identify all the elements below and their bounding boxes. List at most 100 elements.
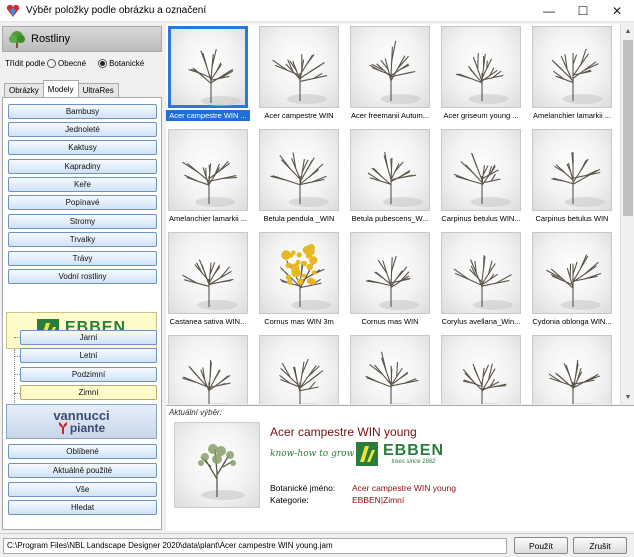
tab-models[interactable]: Modely — [42, 80, 79, 97]
model-cell[interactable] — [257, 333, 341, 404]
model-cell[interactable]: Corylus avellana_Win... — [439, 230, 523, 330]
category-kapradiny[interactable]: Kapradiny — [8, 159, 157, 174]
tree-thumbnail-icon — [259, 335, 339, 404]
category-detail-label: Kategorie: — [270, 495, 309, 505]
model-cell[interactable]: Acer campestre WIN — [257, 24, 341, 124]
model-cell[interactable] — [439, 333, 523, 404]
model-cell[interactable]: Acer campestre WIN ... — [166, 24, 250, 124]
ebben-mark-icon — [356, 442, 378, 466]
minimize-button[interactable]: — — [532, 0, 566, 22]
cancel-button[interactable]: Zrušit — [573, 537, 627, 554]
use-button[interactable]: Použít — [514, 537, 568, 554]
tree-thumbnail-icon — [441, 129, 521, 211]
current-selection-heading: Aktuální výběr: — [169, 408, 222, 417]
favorites-button[interactable]: Oblíbené — [8, 444, 157, 459]
category-popinave[interactable]: Popínavé — [8, 195, 157, 210]
category-header[interactable]: Rostliny — [2, 26, 162, 52]
model-cell[interactable]: Carpinus betulus WIN — [530, 127, 614, 227]
model-cell[interactable]: Castanea sativa WIN... — [166, 230, 250, 330]
scroll-down-icon[interactable]: ▼ — [621, 390, 634, 404]
recently-used-button[interactable]: Aktuálně použité — [8, 463, 157, 478]
tree-thumbnail-icon — [441, 26, 521, 108]
tree-thumbnail-icon — [532, 26, 612, 108]
tab-images[interactable]: Obrázky — [4, 83, 44, 97]
tree-thumbnail-icon — [259, 129, 339, 211]
vannucci-line2-row: piante — [58, 420, 106, 435]
all-button[interactable]: Vše — [8, 482, 157, 497]
tree-thumbnail-icon — [441, 335, 521, 404]
tree-thumbnail-icon — [532, 232, 612, 314]
category-kere[interactable]: Keře — [8, 177, 157, 192]
model-cell[interactable]: Cydonia oblonga WIN... — [530, 230, 614, 330]
model-cell[interactable]: Cornus mas WIN 3m — [257, 230, 341, 330]
selection-info-panel: Aktuální výběr: Acer campestre WIN young… — [166, 405, 634, 531]
tab-ultrares[interactable]: UltraRes — [77, 83, 119, 97]
model-cell[interactable] — [166, 333, 250, 404]
model-caption: Acer campestre WIN — [264, 111, 334, 120]
sort-label: Třídit podle — [5, 59, 46, 68]
tree-thumbnail-icon — [259, 232, 339, 314]
grid-scrollbar[interactable]: ▲ ▼ — [620, 24, 634, 404]
app-logo-icon — [6, 4, 20, 18]
category-kaktusy[interactable]: Kaktusy — [8, 140, 157, 155]
tree-thumbnail-icon — [532, 335, 612, 404]
botanical-row: Botanické jméno: Acer campestre WIN young — [270, 483, 456, 493]
vannucci-line1: vannucci — [53, 407, 110, 423]
selection-preview — [174, 422, 260, 508]
model-cell[interactable]: Betula pubescens_W... — [348, 127, 432, 227]
model-cell[interactable]: Cornus mas WIN — [348, 230, 432, 330]
category-trvalky[interactable]: Trvalky — [8, 232, 157, 247]
model-caption: Cornus mas WIN — [361, 317, 419, 326]
tree-thumbnail-icon — [532, 129, 612, 211]
model-cell[interactable] — [348, 333, 432, 404]
sort-botanical-radio[interactable] — [98, 59, 108, 68]
botanical-label: Botanické jméno: — [270, 483, 336, 493]
model-caption: Cydonia oblonga WIN... — [532, 317, 612, 326]
model-caption: Betula pubescens_W... — [351, 214, 429, 223]
model-caption: Acer griseum young ... — [443, 111, 519, 120]
model-caption: Castanea sativa WIN... — [169, 317, 247, 326]
model-caption: Betula pendula _WIN — [263, 214, 335, 223]
sort-botanical-label: Botanické — [109, 59, 145, 68]
model-caption: Acer campestre WIN ... — [166, 110, 250, 121]
category-stromy[interactable]: Stromy — [8, 214, 157, 229]
model-cell[interactable] — [530, 333, 614, 404]
sort-common-radio[interactable] — [47, 59, 57, 68]
category-bambusy[interactable]: Bambusy — [8, 104, 157, 119]
category-travy[interactable]: Trávy — [8, 251, 157, 266]
model-cell[interactable]: Acer freemanii Autum... — [348, 24, 432, 124]
file-path-field: C:\Program Files\NBL Landscape Designer … — [3, 538, 507, 554]
ebben-zimni[interactable]: Zimní — [20, 385, 157, 400]
botanical-value: Acer campestre WIN young — [352, 483, 456, 493]
model-cell[interactable]: Carpinus betulus WIN... — [439, 127, 523, 227]
category-detail-value: EBBEN|Zimní — [352, 495, 405, 505]
ebben-brand-detail: EBBEN — [383, 442, 445, 459]
tree-thumbnail-icon — [168, 232, 248, 314]
model-cell[interactable]: Acer griseum young ... — [439, 24, 523, 124]
vannucci-line2: piante — [69, 420, 106, 435]
ebben-jarni[interactable]: Jarní — [20, 330, 157, 345]
scroll-thumb[interactable] — [623, 40, 633, 216]
bottom-bar: C:\Program Files\NBL Landscape Designer … — [0, 533, 634, 557]
close-button[interactable]: ✕ — [600, 0, 634, 22]
tree-thumbnail-icon — [350, 129, 430, 211]
selection-name: Acer campestre WIN young — [270, 425, 417, 439]
category-jednolete[interactable]: Jednoleté — [8, 122, 157, 137]
ebben-letni[interactable]: Letní — [20, 348, 157, 363]
tree-preview-icon — [198, 444, 245, 500]
model-caption: Cornus mas WIN 3m — [264, 317, 334, 326]
vannucci-logo[interactable]: vannucci piante — [6, 404, 157, 439]
model-caption: Carpinus betulus WIN... — [441, 214, 521, 223]
scroll-up-icon[interactable]: ▲ — [621, 24, 634, 38]
model-cell[interactable]: Betula pendula _WIN — [257, 127, 341, 227]
ebben-tagline-detail: trees since 1862 — [391, 459, 436, 465]
category-vodni-rostliny[interactable]: Vodní rostliny — [8, 269, 157, 284]
model-caption: Carpinus betulus WIN — [535, 214, 609, 223]
search-button[interactable]: Hledat — [8, 500, 157, 515]
model-cell[interactable]: Amelanchier lamarkii ... — [166, 127, 250, 227]
ebben-podzimni[interactable]: Podzimní — [20, 367, 157, 382]
model-cell[interactable]: Amelanchier lamarkii ... — [530, 24, 614, 124]
model-grid: Acer campestre WIN ... Acer campestre WIN… — [166, 24, 620, 404]
model-caption: Acer freemanii Autum... — [351, 111, 429, 120]
maximize-button[interactable]: ☐ — [566, 0, 600, 22]
